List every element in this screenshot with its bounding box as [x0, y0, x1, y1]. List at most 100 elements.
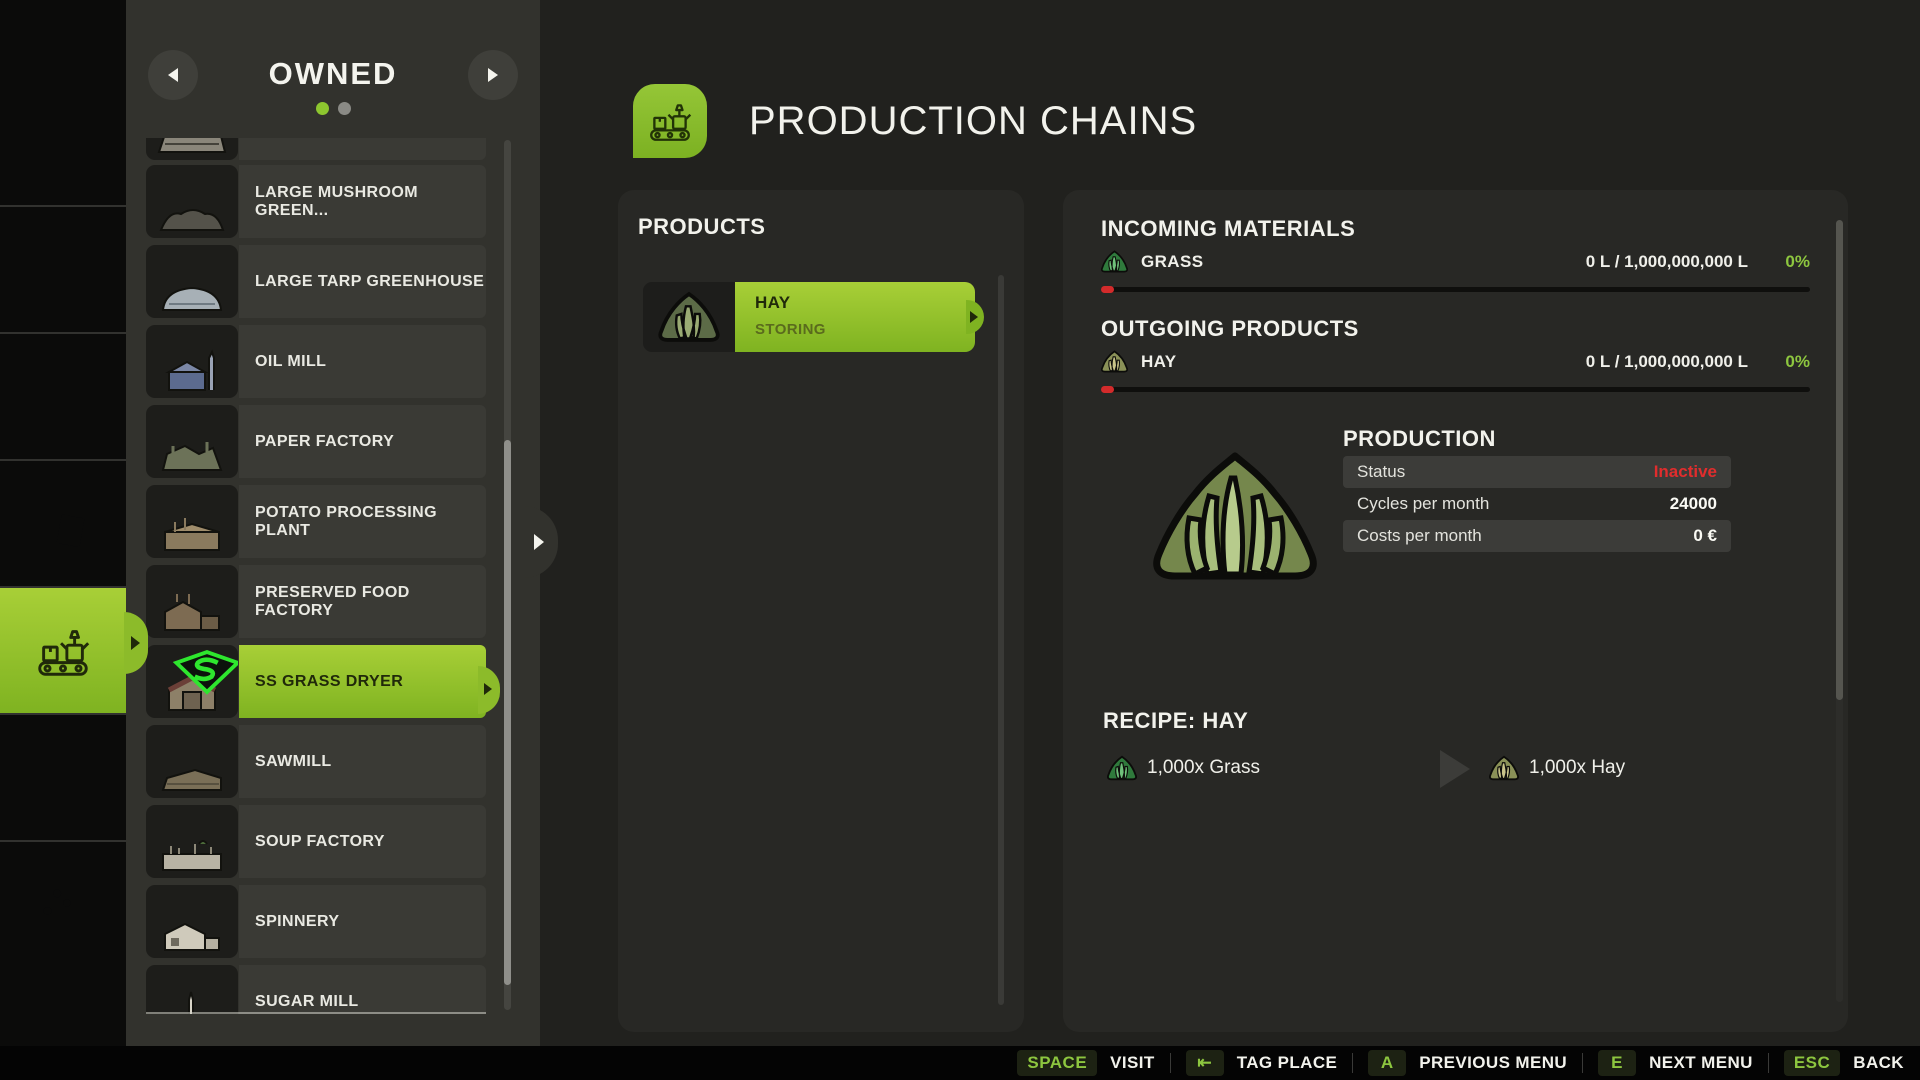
hint-previous-menu[interactable]: A PREVIOUS MENU	[1368, 1050, 1567, 1076]
production-chains-screen: 15	[0, 0, 1920, 1080]
building-label: OIL MILL	[239, 325, 486, 398]
list-item-building[interactable]: LARGE TARP GREENHOUSE	[146, 245, 486, 318]
grass-icon	[1107, 755, 1137, 781]
scrollbar-thumb[interactable]	[504, 440, 511, 985]
grass-artwork	[1143, 442, 1327, 592]
building-thumbnail	[146, 405, 238, 478]
owned-buildings-panel: OWNED LARGE MUSHROOM GREEN...	[126, 0, 540, 1080]
production-icon	[645, 96, 695, 146]
hint-label: TAG PLACE	[1237, 1053, 1338, 1073]
esc-key: ESC	[1784, 1050, 1840, 1076]
product-status: STORING	[755, 321, 975, 338]
sidebar-item-animals[interactable]	[0, 332, 126, 459]
building-image	[155, 428, 229, 474]
hint-tag-place[interactable]: ⇤ TAG PLACE	[1186, 1050, 1338, 1076]
product-item-hay[interactable]: HAY STORING	[643, 282, 975, 352]
sidebar-item-statistics[interactable]	[0, 713, 126, 840]
list-item-building[interactable]: SAWMILL	[146, 725, 486, 798]
sidebar-item-calendar[interactable]: 15	[0, 205, 126, 332]
product-name: HAY	[1141, 352, 1177, 372]
building-thumbnail	[146, 485, 238, 558]
building-list-scrollbar[interactable]	[504, 140, 511, 1010]
recipe-row: 1,000x Grass 1,000x Hay	[1107, 746, 1807, 790]
next-page-button[interactable]	[468, 50, 518, 100]
scrollbar-thumb[interactable]	[1836, 220, 1843, 700]
production-icon	[32, 620, 94, 682]
building-image	[155, 588, 229, 634]
material-amount: 0 L / 1,000,000,000 L	[1586, 252, 1748, 272]
list-item-building[interactable]: POTATO PROCESSING PLANT	[146, 485, 486, 558]
main-menu-sidebar: 15	[0, 0, 126, 1080]
sidebar-item-contracts[interactable]	[0, 459, 126, 586]
building-label: LARGE MUSHROOM GREEN...	[239, 165, 486, 238]
building-label: LARGE TARP GREENHOUSE	[239, 245, 486, 318]
panel-expander[interactable]	[524, 506, 558, 578]
grass-icon	[1101, 250, 1128, 273]
hint-back[interactable]: ESC BACK	[1784, 1050, 1904, 1076]
hint-visit[interactable]: SPACE VISIT	[1017, 1050, 1154, 1076]
production-details-panel: INCOMING MATERIALS GRASS 0 L / 1,000,000…	[1063, 190, 1848, 1032]
building-thumbnail	[146, 885, 238, 958]
status-value: Inactive	[1654, 462, 1717, 482]
divider	[1352, 1053, 1353, 1073]
product-body: HAY STORING	[735, 282, 975, 352]
hay-product-icon	[658, 291, 720, 343]
building-image	[155, 348, 229, 394]
sidebar-item-settings[interactable]	[0, 840, 126, 967]
building-thumbnail	[146, 245, 238, 318]
arrow-right-icon	[488, 68, 498, 82]
sidebar-item-map[interactable]	[0, 78, 126, 203]
recipe-output-label: 1,000x Hay	[1529, 757, 1625, 779]
production-title: PRODUCTION	[1343, 426, 1496, 452]
building-label: PAPER FACTORY	[239, 405, 486, 478]
a-key: A	[1368, 1050, 1406, 1076]
building-image	[155, 828, 229, 874]
building-label: SPINNERY	[239, 885, 486, 958]
incoming-materials-title: INCOMING MATERIALS	[1101, 216, 1355, 242]
list-item-partial[interactable]	[146, 138, 486, 160]
building-label: SUGAR MILL	[239, 965, 486, 1014]
sidebar-item-production[interactable]	[0, 586, 126, 713]
building-thumbnail	[146, 138, 238, 160]
list-item-building[interactable]: SUGAR MILL	[146, 965, 486, 1014]
building-image	[155, 908, 229, 954]
list-item-building[interactable]: SPINNERY	[146, 885, 486, 958]
page-indicator	[126, 102, 540, 115]
hint-next-menu[interactable]: E NEXT MENU	[1598, 1050, 1753, 1076]
details-scrollbar[interactable]	[1836, 220, 1843, 1002]
table-row-costs: Costs per month 0 €	[1343, 520, 1731, 552]
building-thumbnail	[146, 805, 238, 878]
material-percent: 0%	[1748, 252, 1810, 272]
products-panel: PRODUCTS HAY STORING	[618, 190, 1024, 1032]
page-title: PRODUCTION CHAINS	[749, 99, 1197, 144]
recipe-input-label: 1,000x Grass	[1147, 757, 1260, 779]
table-row-status: Status Inactive	[1343, 456, 1731, 488]
chevron-right-icon	[131, 636, 140, 650]
incoming-material-row: GRASS 0 L / 1,000,000,000 L 0%	[1101, 250, 1810, 273]
outgoing-progress-bar	[1101, 387, 1810, 392]
space-key: SPACE	[1017, 1050, 1097, 1076]
list-item-building[interactable]: LARGE MUSHROOM GREEN...	[146, 165, 486, 238]
hay-icon	[1489, 755, 1519, 781]
superman-logo-icon	[170, 649, 238, 695]
list-item-building[interactable]: OIL MILL	[146, 325, 486, 398]
list-item-building-selected[interactable]: SS GRASS DRYER	[146, 645, 486, 718]
contracts-icon	[32, 493, 94, 555]
building-label: SS GRASS DRYER	[239, 645, 486, 718]
chevron-right-icon	[534, 534, 544, 550]
statistics-icon	[32, 747, 94, 809]
building-thumbnail	[146, 165, 238, 238]
recipe-output: 1,000x Hay	[1489, 746, 1625, 790]
list-item-building[interactable]: SOUP FACTORY	[146, 805, 486, 878]
products-scrollbar[interactable]	[998, 275, 1004, 1005]
divider	[1582, 1053, 1583, 1073]
production-chains-badge	[633, 84, 707, 158]
list-item-building[interactable]: PRESERVED FOOD FACTORY	[146, 565, 486, 638]
building-thumbnail	[146, 645, 238, 718]
building-label: POTATO PROCESSING PLANT	[239, 485, 486, 558]
building-thumbnail	[146, 325, 238, 398]
cow-icon	[32, 366, 94, 428]
building-label	[239, 138, 486, 160]
map-icon	[32, 110, 94, 172]
list-item-building[interactable]: PAPER FACTORY	[146, 405, 486, 478]
